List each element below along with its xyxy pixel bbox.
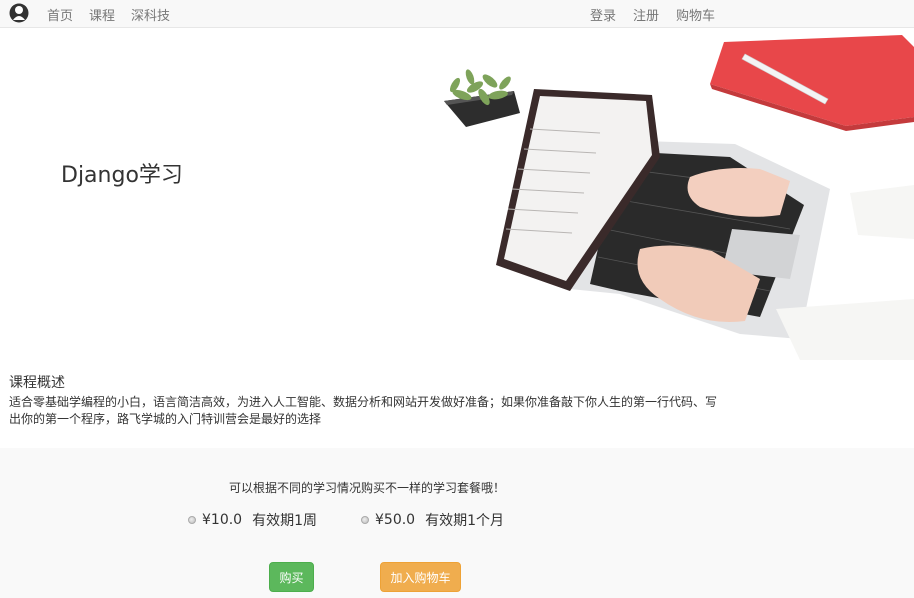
- plan-option-monthly[interactable]: ¥50.0 有效期1个月: [361, 510, 504, 530]
- nav-link-home[interactable]: 首页: [47, 5, 73, 24]
- nav-link-login[interactable]: 登录: [590, 5, 616, 24]
- nav-link-register[interactable]: 注册: [633, 5, 659, 24]
- radio-button[interactable]: [188, 516, 196, 524]
- plan-option-weekly[interactable]: ¥10.0 有效期1周: [188, 510, 317, 530]
- plan-price: ¥50.0: [375, 512, 416, 528]
- plan-price: ¥10.0: [202, 512, 243, 528]
- overview-title: 课程概述: [9, 375, 65, 391]
- hero-title: Django学习: [61, 163, 183, 188]
- radio-button[interactable]: [361, 516, 369, 524]
- plan-validity: 有效期1个月: [425, 513, 505, 529]
- purchase-panel: 可以根据不同的学习情况购买不一样的学习套餐哦！ ¥10.0 有效期1周 ¥50.…: [0, 448, 914, 598]
- overview-description: 适合零基础学编程的小白，语言简洁高效，为进入人工智能、数据分析和网站开发做好准备…: [9, 395, 718, 426]
- plan-validity: 有效期1周: [252, 513, 318, 529]
- buy-button[interactable]: 购买: [269, 562, 314, 592]
- nav-link-tech[interactable]: 深科技: [131, 5, 170, 24]
- add-to-cart-button[interactable]: 加入购物车: [380, 562, 461, 592]
- nav-link-course[interactable]: 课程: [89, 5, 115, 24]
- hero-banner: Django学习: [0, 29, 914, 360]
- navbar: 首页 课程 深科技 登录 注册 购物车: [0, 0, 914, 28]
- laptop-illustration: [444, 35, 914, 360]
- logo-icon[interactable]: [9, 2, 29, 24]
- purchase-hint: 可以根据不同的学习情况购买不一样的学习套餐哦！: [229, 481, 506, 495]
- nav-link-cart[interactable]: 购物车: [676, 5, 715, 24]
